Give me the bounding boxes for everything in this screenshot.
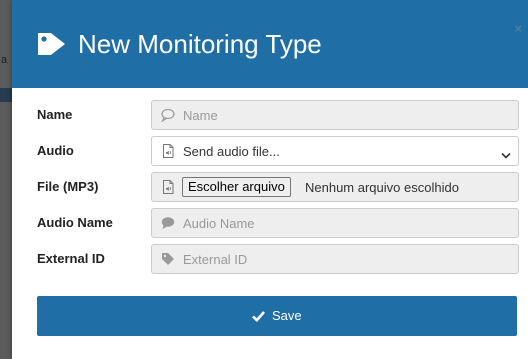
backdrop-bar [0,88,12,102]
chevron-down-icon [501,147,511,159]
file-field: Escolher arquivo Nenhum arquivo escolhid… [151,172,519,202]
name-label: Name [37,107,73,122]
save-button[interactable]: Save [37,296,517,336]
comment-icon [161,216,175,230]
choose-file-button[interactable]: Escolher arquivo [182,177,291,197]
save-button-content: Save [37,308,517,324]
file-status: Nenhum arquivo escolhido [305,180,459,195]
audio-name-label: Audio Name [37,215,113,230]
name-row: Name Name [12,100,528,130]
external-id-label: External ID [37,251,105,266]
audio-selected-value: Send audio file... [183,144,280,159]
close-button[interactable]: × [514,22,522,36]
file-label: File (MP3) [37,179,99,194]
audio-file-icon [161,144,175,158]
external-id-input[interactable]: External ID [151,244,519,274]
audio-row: Audio Send audio file... [12,136,528,166]
audio-name-row: Audio Name Audio Name [12,208,528,238]
check-icon [252,308,272,323]
new-monitoring-type-modal: New Monitoring Type × Name Name Audio Se… [12,0,528,359]
modal-title: New Monitoring Type [78,29,322,59]
audio-select[interactable]: Send audio file... [151,136,519,166]
audio-name-placeholder: Audio Name [183,216,255,231]
file-row: File (MP3) Escolher arquivo Nenhum arqui… [12,172,528,202]
name-placeholder: Name [183,108,218,123]
name-input[interactable]: Name [151,100,519,130]
modal-header: New Monitoring Type × [12,0,528,88]
external-id-row: External ID External ID [12,244,528,274]
backdrop-text: a [1,54,8,66]
tag-icon [37,31,67,57]
audio-label: Audio [37,143,74,158]
audio-name-input[interactable]: Audio Name [151,208,519,238]
save-label: Save [271,308,302,323]
speech-bubble-icon [161,108,175,123]
external-id-placeholder: External ID [183,252,248,267]
audio-file-icon [161,180,175,194]
tag-icon [161,252,175,266]
